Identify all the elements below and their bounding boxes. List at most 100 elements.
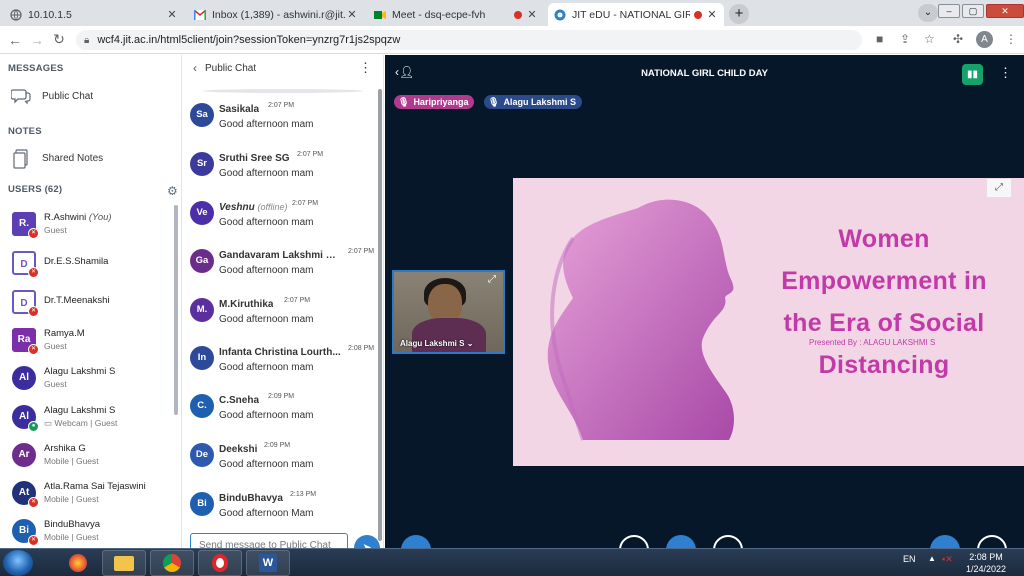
muted-mic-icon: ✕	[28, 344, 39, 355]
public-chat-nav-item[interactable]: Public Chat	[10, 87, 93, 105]
connection-status-icon[interactable]: ▮▮	[962, 64, 983, 85]
chat-title: Public Chat	[205, 62, 257, 74]
user-name: Alagu Lakshmi S	[44, 366, 116, 377]
camera-permission-icon[interactable]: ■	[876, 32, 883, 46]
recording-indicator-icon	[694, 10, 702, 19]
bigbluebutton-session-window: 10.10.1.5 ✕ Inbox (1,389) - ashwini.r@ji…	[0, 0, 1024, 576]
messages-heading: MESSAGES	[8, 63, 64, 74]
firefox-icon[interactable]	[56, 550, 100, 576]
user-list-item[interactable]: D ✕ Dr.T.Meenakshi	[12, 288, 172, 322]
user-list-scrollbar[interactable]	[174, 205, 178, 415]
share-webcam-button[interactable]	[713, 535, 743, 548]
user-list-item[interactable]: Ra ✕ Ramya.M Guest	[12, 326, 172, 360]
shared-notes-nav-item[interactable]: Shared Notes	[10, 149, 104, 169]
meeting-title: NATIONAL GIRL CHILD DAY	[641, 68, 768, 79]
url-text: wcf4.jit.ac.in/html5client/join?sessionT…	[97, 34, 401, 46]
user-list-item[interactable]: Ar Arshika G Mobile | Guest	[12, 441, 172, 475]
address-bar[interactable]: 🔒︎ wcf4.jit.ac.in/html5client/join?sessi…	[76, 30, 862, 50]
avatar: Al	[12, 366, 36, 390]
minimize-icon[interactable]: –	[938, 4, 960, 18]
chat-message: Sa Sasikala 2:07 PM Good afternoon mam	[190, 99, 375, 143]
restore-presentation-button[interactable]	[930, 535, 960, 548]
raise-hand-button[interactable]	[977, 535, 1007, 548]
user-list-item[interactable]: Al ● Alagu Lakshmi S ▭ Webcam | Guest	[12, 403, 172, 437]
user-list-item[interactable]: Bi ✕ BinduBhavya Mobile | Guest	[12, 517, 172, 548]
opera-icon[interactable]	[198, 550, 242, 576]
presentation-area: ‹👤︎ NATIONAL GIRL CHILD DAY ▮▮ ⋮ 🎙︎ Hari…	[385, 55, 1024, 548]
shared-notes-label: Shared Notes	[42, 152, 104, 164]
webcam-video[interactable]: ⤢ Alagu Lakshmi S ⌄	[392, 270, 505, 354]
tab-title: Meet - dsq-ecpe-fvh	[392, 8, 486, 21]
message-text: Good afternoon mam	[219, 265, 314, 276]
close-tab-icon[interactable]: ✕	[706, 8, 718, 21]
talking-indicator[interactable]: 🎙︎ Haripriyanga	[394, 95, 475, 109]
chat-header: ‹ Public Chat ⋮	[183, 55, 383, 81]
message-time: 2:07 PM	[268, 102, 295, 109]
actions-button[interactable]	[401, 535, 431, 548]
globe-icon	[10, 8, 22, 21]
maximize-icon[interactable]: ▢	[962, 4, 984, 18]
user-list-item[interactable]: At ✕ Atla.Rama Sai Tejaswini Mobile | Gu…	[12, 479, 172, 513]
message-sender: Veshnu (offline)	[219, 202, 288, 213]
message-time: 2:07 PM	[284, 297, 311, 304]
talking-indicator[interactable]: 🎙︎ Alagu Lakshmi S	[484, 95, 582, 109]
word-icon[interactable]: W	[246, 550, 290, 576]
user-list-item[interactable]: R. ✕ R.Ashwini (You) Guest	[12, 210, 172, 244]
message-text: Good afternoon mam	[219, 119, 314, 130]
browser-tab-2[interactable]: Inbox (1,389) - ashwini.r@jit.ac.in ✕	[188, 3, 364, 26]
avatar: Sr	[190, 152, 214, 176]
chevron-left-icon[interactable]: ‹	[193, 61, 197, 75]
message-text: Good afternoon mam	[219, 459, 314, 470]
close-tab-icon[interactable]: ✕	[166, 8, 178, 21]
webcam-user-label[interactable]: Alagu Lakshmi S ⌄	[400, 339, 473, 348]
chrome-icon[interactable]	[150, 550, 194, 576]
user-list-item[interactable]: D ✕ Dr.E.S.Shamila	[12, 249, 172, 283]
user-name: BinduBhavya	[44, 519, 100, 530]
chat-message: C. C.Sneha 2:09 PM Good afternoon mam	[190, 390, 375, 434]
browser-tab-3[interactable]: Meet - dsq-ecpe-fvh ✕	[368, 3, 544, 26]
fullscreen-slide-icon[interactable]: ⤢	[987, 179, 1011, 197]
network-status-icon[interactable]: ▪✕	[942, 554, 953, 565]
fullscreen-icon[interactable]: ⤢	[488, 274, 496, 285]
unmute-mic-button[interactable]	[619, 535, 649, 548]
close-tab-icon[interactable]: ✕	[526, 8, 538, 21]
chat-message: De Deekshi 2:09 PM Good afternoon mam	[190, 439, 375, 483]
browser-tab-4[interactable]: JIT eDU - NATIONAL GIRL C ✕	[548, 3, 724, 26]
windows-start-icon[interactable]	[3, 550, 33, 576]
reload-icon[interactable]: ↻	[48, 31, 70, 48]
chat-message-input[interactable]: Send message to Public Chat	[190, 533, 348, 548]
user-role: Mobile | Guest	[44, 494, 99, 504]
close-tab-icon[interactable]: ✕	[346, 8, 358, 21]
public-chat-label: Public Chat	[42, 90, 94, 102]
chat-scrollbar[interactable]	[378, 89, 382, 541]
gear-icon[interactable]: ⚙	[167, 184, 178, 198]
chat-options-icon[interactable]: ⋮	[359, 60, 372, 76]
presentation-header: ‹👤︎ NATIONAL GIRL CHILD DAY ▮▮ ⋮	[385, 55, 1024, 93]
message-sender: C.Sneha	[219, 395, 260, 406]
close-window-icon[interactable]: ✕	[986, 4, 1024, 18]
language-indicator[interactable]: EN	[903, 554, 916, 564]
bookmark-star-icon[interactable]: ☆	[924, 32, 935, 46]
user-name: Atla.Rama Sai Tejaswini	[44, 481, 146, 492]
profile-avatar[interactable]: A	[976, 31, 993, 48]
show-hidden-icons-icon[interactable]: ▲	[928, 554, 936, 563]
leave-audio-button[interactable]	[666, 535, 696, 548]
forward-arrow-icon[interactable]: →	[26, 32, 48, 48]
share-icon[interactable]: ⇪	[900, 32, 910, 46]
user-list-item[interactable]: Al Alagu Lakshmi S Guest	[12, 364, 172, 398]
browser-menu-icon[interactable]: ⋮	[1005, 32, 1017, 46]
tab-search-icon[interactable]: ⌄	[918, 4, 938, 22]
system-clock[interactable]: 2:08 PM 1/24/2022	[960, 551, 1012, 575]
user-name: Dr.T.Meenakshi	[44, 295, 110, 306]
back-arrow-icon[interactable]: ←	[4, 32, 26, 48]
send-message-button[interactable]: ➤	[354, 535, 380, 548]
browser-tab-1[interactable]: 10.10.1.5 ✕	[4, 3, 184, 26]
options-menu-icon[interactable]: ⋮	[999, 65, 1012, 81]
chat-message: Bi BinduBhavya 2:13 PM Good afternoon Ma…	[190, 488, 375, 532]
clock-date: 1/24/2022	[965, 564, 1007, 574]
user-role: Guest	[44, 225, 67, 235]
file-explorer-icon[interactable]	[102, 550, 146, 576]
user-name: Alagu Lakshmi S	[44, 405, 116, 416]
new-tab-button[interactable]: +	[729, 4, 749, 24]
extensions-puzzle-icon[interactable]: ✣	[953, 32, 963, 46]
